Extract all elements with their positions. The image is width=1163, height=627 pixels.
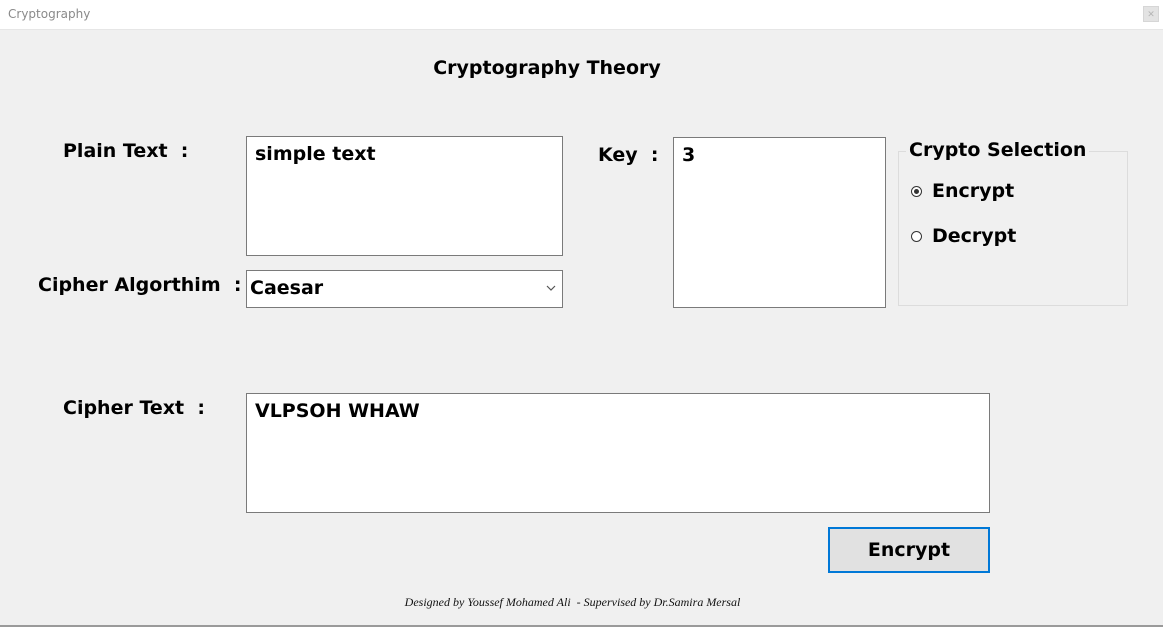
close-button[interactable]: ✕ xyxy=(1143,6,1159,22)
crypto-selection-title: Crypto Selection xyxy=(906,139,1090,161)
key-label: Key : xyxy=(598,144,659,166)
footer-credits: Designed by Youssef Mohamed Ali - Superv… xyxy=(404,595,741,609)
plain-text-input[interactable]: simple text xyxy=(246,136,563,256)
plain-text-label: Plain Text : xyxy=(63,140,189,162)
encrypt-button[interactable]: Encrypt xyxy=(828,527,990,573)
encrypt-button-label: Encrypt xyxy=(867,539,951,561)
cipher-text-label: Cipher Text : xyxy=(63,397,205,419)
encrypt-radio[interactable] xyxy=(911,186,922,197)
decrypt-radio-label[interactable]: Decrypt xyxy=(932,225,1016,247)
cipher-algorithm-select[interactable]: Caesar xyxy=(246,270,563,308)
window-title: Cryptography xyxy=(8,7,91,21)
cipher-text-output[interactable]: VLPSOH WHAW xyxy=(246,393,990,513)
app-title: Cryptography Theory xyxy=(433,57,661,79)
chevron-down-icon xyxy=(546,285,556,291)
decrypt-radio[interactable] xyxy=(911,231,922,242)
cipher-algorithm-label: Cipher Algorthim : xyxy=(38,274,242,296)
cipher-algorithm-value: Caesar xyxy=(250,277,324,299)
title-bar: Cryptography ✕ xyxy=(0,0,1163,30)
encrypt-radio-label[interactable]: Encrypt xyxy=(932,180,1014,202)
close-icon: ✕ xyxy=(1147,8,1155,19)
key-input[interactable]: 3 xyxy=(673,137,886,308)
